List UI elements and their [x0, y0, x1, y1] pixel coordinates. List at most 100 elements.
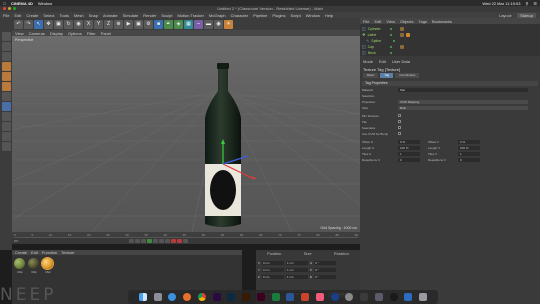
menu-edit[interactable]: Edit: [14, 13, 21, 18]
photoshop-icon[interactable]: [227, 293, 236, 301]
obj-menu-edit[interactable]: Edit: [374, 19, 381, 24]
vp-menu-filter[interactable]: Filter: [87, 31, 96, 36]
snap-icon[interactable]: [1, 112, 11, 121]
object-name[interactable]: Lathe: [368, 33, 388, 37]
cinema4d-icon[interactable]: [330, 293, 339, 301]
menu-animate[interactable]: Animate: [103, 13, 118, 18]
camera-icon[interactable]: ◉: [214, 19, 223, 29]
size-y-field[interactable]: 1 cm: [286, 267, 309, 272]
goto-end-button[interactable]: [165, 239, 170, 243]
vp-menu-panel[interactable]: Panel: [101, 31, 111, 36]
menu-mograph[interactable]: MoGraph: [209, 13, 226, 18]
subdivision-icon[interactable]: ◈: [174, 19, 183, 29]
rotation-p-field[interactable]: 0 °: [314, 267, 337, 272]
menu-sculpt[interactable]: Sculpt: [161, 13, 172, 18]
material-swatch-2[interactable]: [28, 258, 39, 269]
zoom-window-button[interactable]: [13, 7, 16, 10]
pen-icon[interactable]: ✒: [164, 19, 173, 29]
menu-script[interactable]: Script: [291, 13, 301, 18]
menu-motion-tracker[interactable]: Motion Tracker: [177, 13, 203, 18]
object-row-lathe[interactable]: ❖ Lathe: [362, 32, 538, 37]
autokey-button[interactable]: [177, 239, 182, 243]
premiere-icon[interactable]: [212, 293, 221, 301]
material-field[interactable]: Mat: [398, 87, 528, 92]
y-axis-icon[interactable]: Y: [94, 19, 103, 29]
object-name[interactable]: Spline: [371, 39, 391, 43]
visibility-dot[interactable]: [389, 45, 392, 48]
app-icon[interactable]: [404, 293, 413, 301]
material-swatch-3[interactable]: [41, 257, 54, 270]
length-v-field[interactable]: 100 %: [458, 145, 480, 150]
apple-icon[interactable]: : [3, 1, 6, 6]
prev-frame-button[interactable]: [141, 239, 146, 243]
enable-axis-icon[interactable]: [1, 92, 11, 101]
next-frame-button[interactable]: [153, 239, 158, 243]
offset-u-field[interactable]: 0 %: [398, 139, 420, 144]
points-mode-icon[interactable]: [1, 62, 11, 71]
vp-menu-options[interactable]: Options: [68, 31, 82, 36]
layout-select[interactable]: Startup: [517, 12, 536, 18]
mat-menu-texture[interactable]: Texture: [61, 250, 74, 255]
goto-start-button[interactable]: [129, 239, 134, 243]
keyframe-selection-button[interactable]: [183, 239, 188, 243]
z-axis-icon[interactable]: Z: [104, 19, 113, 29]
powerpoint-icon[interactable]: [301, 293, 309, 301]
tiles-u-field[interactable]: 1: [398, 151, 420, 156]
obj-menu-objects[interactable]: Objects: [400, 19, 414, 24]
app-name[interactable]: CINEMA 4D: [11, 1, 33, 6]
planar-workplane-icon[interactable]: [1, 142, 11, 151]
render-picture-viewer-icon[interactable]: ▣: [134, 19, 143, 29]
undo-icon[interactable]: ↶: [14, 19, 23, 29]
3d-viewport[interactable]: Perspective Grid Spacing : 1000 cm: [12, 36, 360, 232]
tab-coordinates[interactable]: Coordinates: [395, 73, 420, 78]
mat-menu-function[interactable]: Function: [42, 250, 57, 255]
object-row-neck[interactable]: ◫ Neck: [362, 50, 538, 55]
make-editable-icon[interactable]: [1, 32, 11, 41]
render-view-icon[interactable]: ▶: [124, 19, 133, 29]
menu-select[interactable]: Select: [43, 13, 54, 18]
menu-plugins[interactable]: Plugins: [272, 13, 285, 18]
side-select[interactable]: Both: [398, 105, 528, 110]
size-z-field[interactable]: 1 cm: [285, 274, 308, 279]
redo-icon[interactable]: ↷: [24, 19, 33, 29]
polygons-mode-icon[interactable]: [1, 82, 11, 91]
trash-icon[interactable]: [419, 293, 427, 301]
seamless-checkbox[interactable]: [398, 126, 401, 129]
floor-icon[interactable]: ▬: [204, 19, 213, 29]
visibility-dot[interactable]: [389, 27, 392, 30]
array-icon[interactable]: ▦: [184, 19, 193, 29]
live-selection-icon[interactable]: ↖: [34, 19, 43, 29]
visibility-dot[interactable]: [389, 51, 392, 54]
length-u-field[interactable]: 100 %: [398, 145, 420, 150]
vp-menu-view[interactable]: View: [15, 31, 24, 36]
menu-create[interactable]: Create: [26, 13, 38, 18]
object-name[interactable]: Neck: [368, 51, 388, 55]
model-mode-icon[interactable]: [1, 42, 11, 51]
render-settings-icon[interactable]: ⚙: [144, 19, 153, 29]
rotation-b-field[interactable]: 0 °: [313, 274, 336, 279]
menu-snap[interactable]: Snap: [89, 13, 98, 18]
indesign-icon[interactable]: [256, 293, 265, 301]
menu-character[interactable]: Character: [231, 13, 249, 18]
close-window-button[interactable]: [3, 7, 6, 10]
menu-file[interactable]: File: [3, 13, 9, 18]
rotation-h-field[interactable]: 0 °: [314, 260, 337, 265]
position-x-field[interactable]: 0 cm: [262, 260, 285, 265]
object-row-cylinder[interactable]: ◫ Cylinder: [362, 26, 538, 31]
object-name[interactable]: Cap: [368, 45, 388, 49]
locked-workplane-icon[interactable]: [1, 132, 11, 141]
object-row-spline[interactable]: ∿ Spline: [362, 38, 538, 43]
finder-icon[interactable]: [138, 293, 147, 301]
attr-menu-user-data[interactable]: User Data: [392, 59, 410, 64]
recent-tools-icon[interactable]: ◉: [74, 19, 83, 29]
clock[interactable]: Wed 22 Mar 11:19:03: [482, 1, 520, 6]
object-row-cap[interactable]: ◫ Cap: [362, 44, 538, 49]
visibility-dot[interactable]: [393, 39, 396, 42]
record-button[interactable]: [171, 239, 176, 243]
visibility-dot[interactable]: [389, 33, 392, 36]
word-icon[interactable]: [286, 293, 295, 301]
search-icon[interactable]: ⚲: [525, 1, 528, 6]
texture-tag-icon[interactable]: [399, 32, 404, 37]
tile-checkbox[interactable]: [398, 120, 401, 123]
window-menu[interactable]: Window: [38, 1, 52, 6]
